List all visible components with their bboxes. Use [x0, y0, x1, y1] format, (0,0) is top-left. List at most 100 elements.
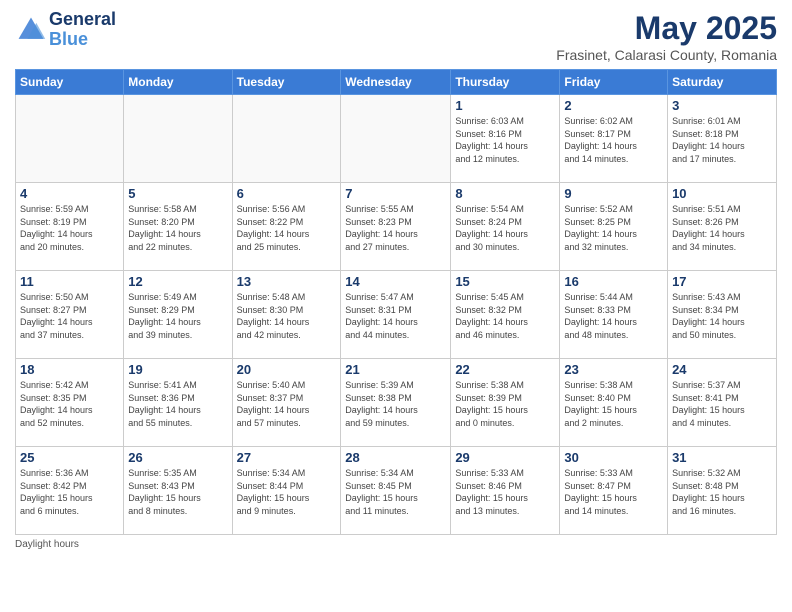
- day-number: 26: [128, 450, 227, 465]
- day-info: Sunrise: 5:48 AM Sunset: 8:30 PM Dayligh…: [237, 291, 337, 341]
- footer-note: Daylight hours: [15, 539, 777, 550]
- day-number: 13: [237, 274, 337, 289]
- day-info: Sunrise: 5:34 AM Sunset: 8:45 PM Dayligh…: [345, 467, 446, 517]
- day-number: 10: [672, 186, 772, 201]
- day-number: 31: [672, 450, 772, 465]
- day-info: Sunrise: 5:54 AM Sunset: 8:24 PM Dayligh…: [455, 203, 555, 253]
- calendar-cell: 8 Sunrise: 5:54 AM Sunset: 8:24 PM Daylig…: [451, 183, 560, 271]
- day-info: Sunrise: 5:33 AM Sunset: 8:46 PM Dayligh…: [455, 467, 555, 517]
- calendar-cell: 2 Sunrise: 6:02 AM Sunset: 8:17 PM Daylig…: [560, 95, 668, 183]
- day-info: Sunrise: 5:35 AM Sunset: 8:43 PM Dayligh…: [128, 467, 227, 517]
- day-info: Sunrise: 5:38 AM Sunset: 8:40 PM Dayligh…: [564, 379, 663, 429]
- day-info: Sunrise: 6:02 AM Sunset: 8:17 PM Dayligh…: [564, 115, 663, 165]
- calendar-cell: 28 Sunrise: 5:34 AM Sunset: 8:45 PM Dayli…: [341, 447, 451, 535]
- day-number: 24: [672, 362, 772, 377]
- day-number: 25: [20, 450, 119, 465]
- day-number: 23: [564, 362, 663, 377]
- day-info: Sunrise: 5:59 AM Sunset: 8:19 PM Dayligh…: [20, 203, 119, 253]
- calendar-cell: 30Sunrise: 5:33 AM Sunset: 8:47 PM Dayli…: [560, 447, 668, 535]
- day-info: Sunrise: 5:33 AM Sunset: 8:47 PM Dayligh…: [564, 467, 663, 517]
- day-info: Sunrise: 5:56 AM Sunset: 8:22 PM Dayligh…: [237, 203, 337, 253]
- day-info: Sunrise: 6:01 AM Sunset: 8:18 PM Dayligh…: [672, 115, 772, 165]
- calendar-cell: 26 Sunrise: 5:35 AM Sunset: 8:43 PM Dayli…: [124, 447, 232, 535]
- calendar-cell: 12Sunrise: 5:49 AM Sunset: 8:29 PM Dayli…: [124, 271, 232, 359]
- calendar-cell: 23 Sunrise: 5:38 AM Sunset: 8:40 PM Dayli…: [560, 359, 668, 447]
- day-header-thursday: Thursday: [451, 70, 560, 95]
- day-header-wednesday: Wednesday: [341, 70, 451, 95]
- calendar-cell: 19 Sunrise: 5:41 AM Sunset: 8:36 PM Dayli…: [124, 359, 232, 447]
- calendar-table: SundayMondayTuesdayWednesdayThursdayFrid…: [15, 69, 777, 535]
- calendar-cell: 29Sunrise: 5:33 AM Sunset: 8:46 PM Dayli…: [451, 447, 560, 535]
- calendar-cell: 13 Sunrise: 5:48 AM Sunset: 8:30 PM Dayli…: [232, 271, 341, 359]
- day-number: 28: [345, 450, 446, 465]
- day-number: 2: [564, 98, 663, 113]
- day-number: 18: [20, 362, 119, 377]
- day-number: 1: [455, 98, 555, 113]
- day-number: 19: [128, 362, 227, 377]
- day-info: Sunrise: 5:36 AM Sunset: 8:42 PM Dayligh…: [20, 467, 119, 517]
- day-number: 22: [455, 362, 555, 377]
- day-number: 27: [237, 450, 337, 465]
- day-info: Sunrise: 5:50 AM Sunset: 8:27 PM Dayligh…: [20, 291, 119, 341]
- calendar-cell: [232, 95, 341, 183]
- calendar-cell: 7Sunrise: 5:55 AM Sunset: 8:23 PM Daylig…: [341, 183, 451, 271]
- calendar-week-2: 4 Sunrise: 5:59 AM Sunset: 8:19 PM Daylig…: [16, 183, 777, 271]
- page: General Blue May 2025 Frasinet, Calarasi…: [0, 0, 792, 612]
- calendar-cell: 24Sunrise: 5:37 AM Sunset: 8:41 PM Dayli…: [668, 359, 777, 447]
- day-info: Sunrise: 5:51 AM Sunset: 8:26 PM Dayligh…: [672, 203, 772, 253]
- day-number: 3: [672, 98, 772, 113]
- day-number: 6: [237, 186, 337, 201]
- day-number: 16: [564, 274, 663, 289]
- calendar-cell: [16, 95, 124, 183]
- day-number: 8: [455, 186, 555, 201]
- calendar-week-5: 25 Sunrise: 5:36 AM Sunset: 8:42 PM Dayli…: [16, 447, 777, 535]
- day-info: Sunrise: 5:52 AM Sunset: 8:25 PM Dayligh…: [564, 203, 663, 253]
- calendar-cell: 14 Sunrise: 5:47 AM Sunset: 8:31 PM Dayli…: [341, 271, 451, 359]
- calendar-cell: 15 Sunrise: 5:45 AM Sunset: 8:32 PM Dayli…: [451, 271, 560, 359]
- calendar-cell: 11 Sunrise: 5:50 AM Sunset: 8:27 PM Dayli…: [16, 271, 124, 359]
- day-info: Sunrise: 5:55 AM Sunset: 8:23 PM Dayligh…: [345, 203, 446, 253]
- calendar-cell: 25 Sunrise: 5:36 AM Sunset: 8:42 PM Dayli…: [16, 447, 124, 535]
- day-info: Sunrise: 5:44 AM Sunset: 8:33 PM Dayligh…: [564, 291, 663, 341]
- header: General Blue May 2025 Frasinet, Calarasi…: [15, 10, 777, 63]
- calendar-cell: 31Sunrise: 5:32 AM Sunset: 8:48 PM Dayli…: [668, 447, 777, 535]
- day-info: Sunrise: 5:41 AM Sunset: 8:36 PM Dayligh…: [128, 379, 227, 429]
- day-info: Sunrise: 5:40 AM Sunset: 8:37 PM Dayligh…: [237, 379, 337, 429]
- calendar-cell: 20Sunrise: 5:40 AM Sunset: 8:37 PM Dayli…: [232, 359, 341, 447]
- day-info: Sunrise: 5:47 AM Sunset: 8:31 PM Dayligh…: [345, 291, 446, 341]
- day-number: 21: [345, 362, 446, 377]
- day-info: Sunrise: 5:49 AM Sunset: 8:29 PM Dayligh…: [128, 291, 227, 341]
- location: Frasinet, Calarasi County, Romania: [556, 47, 777, 63]
- day-info: Sunrise: 5:45 AM Sunset: 8:32 PM Dayligh…: [455, 291, 555, 341]
- day-header-monday: Monday: [124, 70, 232, 95]
- day-info: Sunrise: 5:38 AM Sunset: 8:39 PM Dayligh…: [455, 379, 555, 429]
- calendar-cell: 17Sunrise: 5:43 AM Sunset: 8:34 PM Dayli…: [668, 271, 777, 359]
- calendar-cell: 6 Sunrise: 5:56 AM Sunset: 8:22 PM Daylig…: [232, 183, 341, 271]
- logo: General Blue: [15, 10, 116, 50]
- calendar-cell: 22 Sunrise: 5:38 AM Sunset: 8:39 PM Dayli…: [451, 359, 560, 447]
- calendar-week-4: 18Sunrise: 5:42 AM Sunset: 8:35 PM Dayli…: [16, 359, 777, 447]
- calendar-week-1: 1 Sunrise: 6:03 AM Sunset: 8:16 PM Daylig…: [16, 95, 777, 183]
- calendar-cell: 27 Sunrise: 5:34 AM Sunset: 8:44 PM Dayli…: [232, 447, 341, 535]
- day-header-friday: Friday: [560, 70, 668, 95]
- day-info: Sunrise: 5:43 AM Sunset: 8:34 PM Dayligh…: [672, 291, 772, 341]
- day-info: Sunrise: 5:39 AM Sunset: 8:38 PM Dayligh…: [345, 379, 446, 429]
- calendar-cell: 16 Sunrise: 5:44 AM Sunset: 8:33 PM Dayli…: [560, 271, 668, 359]
- calendar-cell: [124, 95, 232, 183]
- day-info: Sunrise: 5:58 AM Sunset: 8:20 PM Dayligh…: [128, 203, 227, 253]
- logo-text: General Blue: [49, 10, 116, 50]
- calendar-header-row: SundayMondayTuesdayWednesdayThursdayFrid…: [16, 70, 777, 95]
- title-area: May 2025 Frasinet, Calarasi County, Roma…: [556, 10, 777, 63]
- logo-icon: [15, 14, 47, 46]
- calendar-cell: 1 Sunrise: 6:03 AM Sunset: 8:16 PM Daylig…: [451, 95, 560, 183]
- day-number: 5: [128, 186, 227, 201]
- day-number: 11: [20, 274, 119, 289]
- calendar-cell: 18Sunrise: 5:42 AM Sunset: 8:35 PM Dayli…: [16, 359, 124, 447]
- day-info: Sunrise: 6:03 AM Sunset: 8:16 PM Dayligh…: [455, 115, 555, 165]
- day-number: 15: [455, 274, 555, 289]
- calendar-week-3: 11 Sunrise: 5:50 AM Sunset: 8:27 PM Dayli…: [16, 271, 777, 359]
- day-number: 14: [345, 274, 446, 289]
- calendar-cell: 3 Sunrise: 6:01 AM Sunset: 8:18 PM Daylig…: [668, 95, 777, 183]
- day-info: Sunrise: 5:34 AM Sunset: 8:44 PM Dayligh…: [237, 467, 337, 517]
- day-number: 4: [20, 186, 119, 201]
